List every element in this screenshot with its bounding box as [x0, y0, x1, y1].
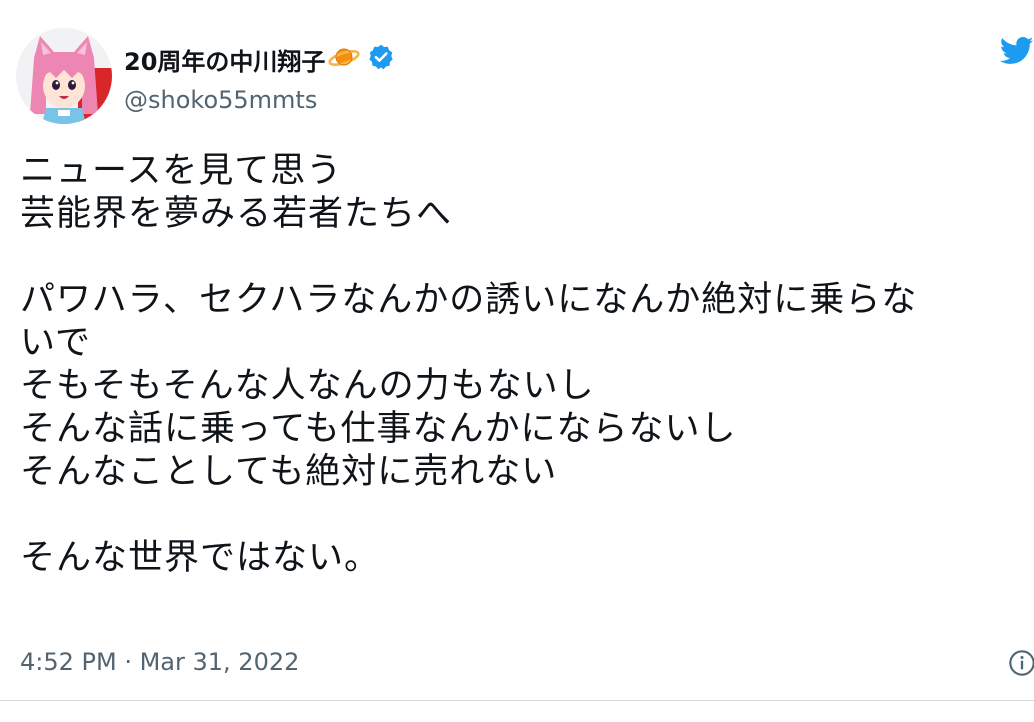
tweet-card: 20周年の中川翔子 @shoko55mmts ニュースを見て思う 芸能界を夢みる… — [0, 0, 1034, 722]
tweet-line: そんなことしても絶対に売れない — [20, 452, 558, 492]
avatar[interactable] — [16, 28, 112, 124]
tweet-header: 20周年の中川翔子 @shoko55mmts — [16, 28, 395, 128]
verified-badge-icon — [367, 43, 395, 75]
display-name-row: 20周年の中川翔子 — [124, 42, 395, 76]
info-icon[interactable] — [1008, 649, 1034, 681]
user-handle[interactable]: @shoko55mmts — [124, 86, 395, 114]
tweet-line: 芸能界を夢みる若者たちへ — [20, 194, 453, 234]
tweet-line: ニュースを見て思う — [20, 151, 343, 191]
twitter-bird-icon[interactable] — [999, 36, 1034, 70]
tweet-timestamp[interactable]: 4:52 PM · Mar 31, 2022 — [20, 648, 299, 676]
anime-cat-girl-avatar-icon — [16, 28, 112, 124]
user-names: 20周年の中川翔子 @shoko55mmts — [124, 42, 395, 114]
tweet-line: そもそもそんな人なんの力もないし — [20, 366, 595, 406]
tweet-line: いで — [20, 323, 91, 363]
ringed-planet-icon — [327, 45, 361, 73]
divider — [0, 700, 1034, 701]
tweet-line: そんな世界ではない。 — [20, 538, 381, 578]
display-name[interactable]: 20周年の中川翔子 — [124, 42, 325, 77]
tweet-text: ニュースを見て思う 芸能界を夢みる若者たちへ パワハラ、セクハラなんかの誘いにな… — [20, 150, 1030, 580]
tweet-line: パワハラ、セクハラなんかの誘いになんか絶対に乗らな — [20, 280, 918, 320]
tweet-line: そんな話に乗っても仕事なんかにならないし — [20, 409, 737, 449]
